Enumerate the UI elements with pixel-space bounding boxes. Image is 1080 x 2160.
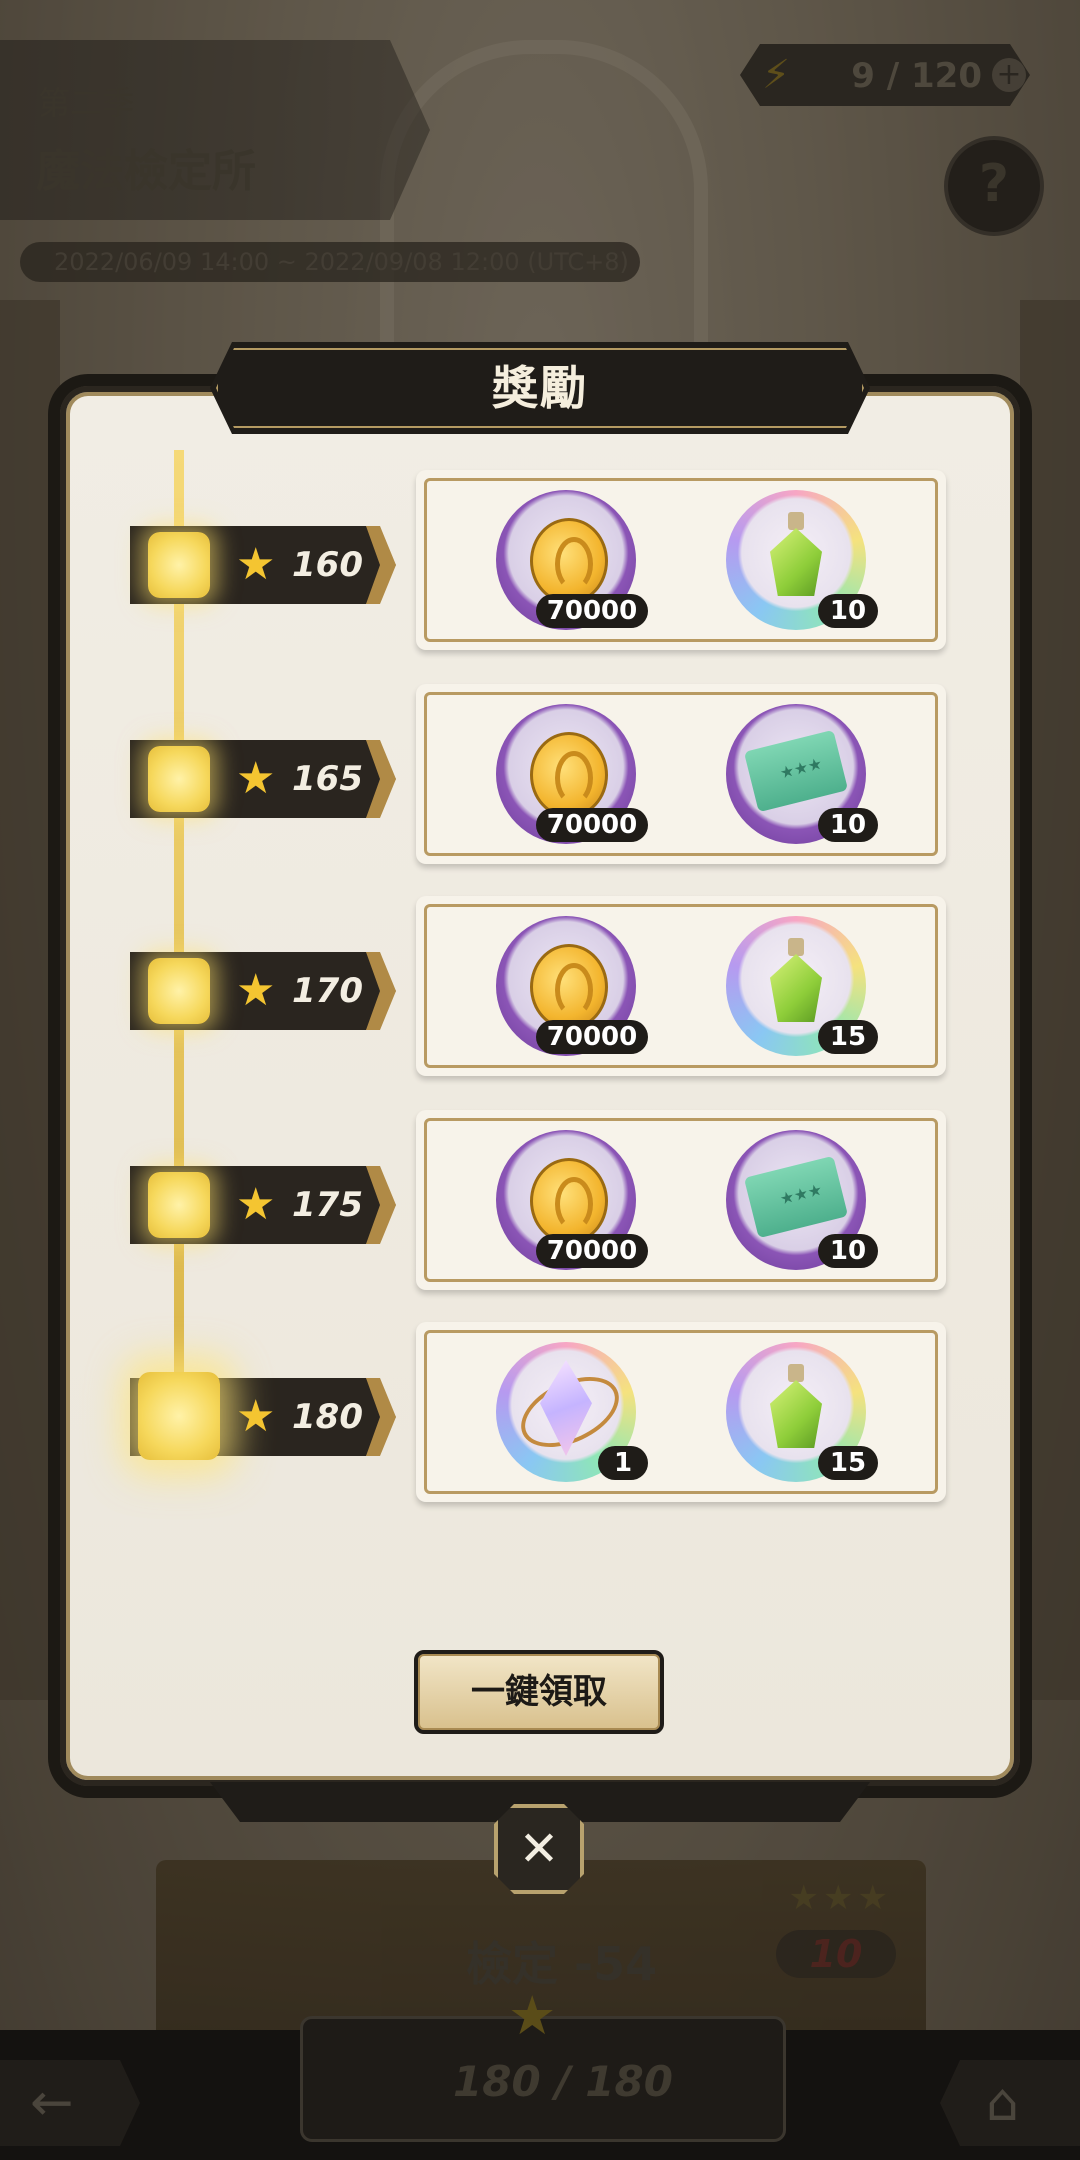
item-count: 70000 [536,1020,648,1054]
coin-graphic [530,1158,608,1244]
item-count: 1 [598,1446,648,1480]
reward-tier-label: ★ 175 [130,1166,396,1244]
reward-box: 70000 ★★★ 10 [416,1110,946,1290]
reward-box: 70000 10 [416,470,946,650]
treasure-chest-icon[interactable] [148,532,210,598]
star-icon: ★ [236,1391,276,1442]
reward-box: 70000 ★★★ 10 [416,684,946,864]
coin-mark [555,537,593,591]
ticket-stamp: ★★★ [777,753,825,783]
potion-body [770,954,822,1022]
treasure-chest-icon[interactable] [148,958,210,1024]
tier-star-count: 180 [292,1397,363,1437]
ticket-graphic: ★★★ [743,1155,849,1239]
coin-mark [555,963,593,1017]
ticket-stamp: ★★★ [777,1179,825,1209]
pass-ticket-icon[interactable]: ★★★ 10 [726,704,878,844]
potion-graphic [768,938,824,1026]
potion-neck [788,512,804,530]
coin-graphic [530,518,608,604]
coin-graphic [530,732,608,818]
potion-graphic [768,512,824,600]
item-count: 70000 [536,594,648,628]
back-button[interactable]: ← [0,2060,140,2146]
item-count: 15 [818,1020,878,1054]
green-potion-icon[interactable]: 10 [726,490,878,630]
tier-star-count: 160 [292,545,363,585]
potion-body [770,1380,822,1448]
star-progress-text: 180 / 180 [453,2057,673,2106]
pass-ticket-icon[interactable]: ★★★ 10 [726,1130,878,1270]
ticket-graphic: ★★★ [743,729,849,813]
star-icon: ★ [236,753,276,804]
treasure-chest-icon[interactable] [138,1372,220,1460]
treasure-chest-icon[interactable] [148,1172,210,1238]
star-icon: ★ [236,965,276,1016]
tier-star-count: 175 [292,1185,363,1225]
progress-star-icon: ★ [508,1984,557,2047]
star-icon: ★ [236,539,276,590]
potion-neck [788,1364,804,1382]
item-count: 10 [818,1234,878,1268]
modal-header: 獎勵 [210,342,870,434]
coin-mark [555,1177,593,1231]
reward-tier-label: ★ 180 [130,1372,396,1460]
coin-mark [555,751,593,805]
green-potion-icon[interactable]: 15 [726,916,878,1056]
green-potion-icon[interactable]: 15 [726,1342,878,1482]
treasure-chest-icon[interactable] [148,746,210,812]
gold-coin-icon[interactable]: 70000 [496,490,648,630]
item-count: 10 [818,594,878,628]
gold-coin-icon[interactable]: 70000 [496,1130,648,1270]
potion-neck [788,938,804,956]
item-count: 15 [818,1446,878,1480]
tier-star-count: 165 [292,759,363,799]
item-count: 70000 [536,1234,648,1268]
gold-coin-icon[interactable]: 70000 [496,704,648,844]
reward-tier-label: ★ 160 [130,526,396,604]
close-icon: ✕ [518,1821,560,1877]
claim-all-label: 一鍵領取 [471,1672,607,1712]
crystal-icon[interactable]: 1 [496,1342,648,1482]
claim-all-button[interactable]: 一鍵領取 [414,1650,664,1734]
item-count: 70000 [536,808,648,842]
reward-box: 70000 15 [416,896,946,1076]
home-button[interactable]: ⌂ [940,2060,1080,2146]
potion-graphic [768,1364,824,1452]
potion-body [770,528,822,596]
item-count: 10 [818,808,878,842]
reward-tier-label: ★ 165 [130,740,396,818]
close-button[interactable]: ✕ [494,1804,584,1894]
coin-graphic [530,944,608,1030]
reward-tier-label: ★ 170 [130,952,396,1030]
modal-title: 獎勵 [492,361,588,415]
gold-coin-icon[interactable]: 70000 [496,916,648,1056]
star-icon: ★ [236,1179,276,1230]
reward-box: 1 15 [416,1322,946,1502]
tier-star-count: 170 [292,971,363,1011]
